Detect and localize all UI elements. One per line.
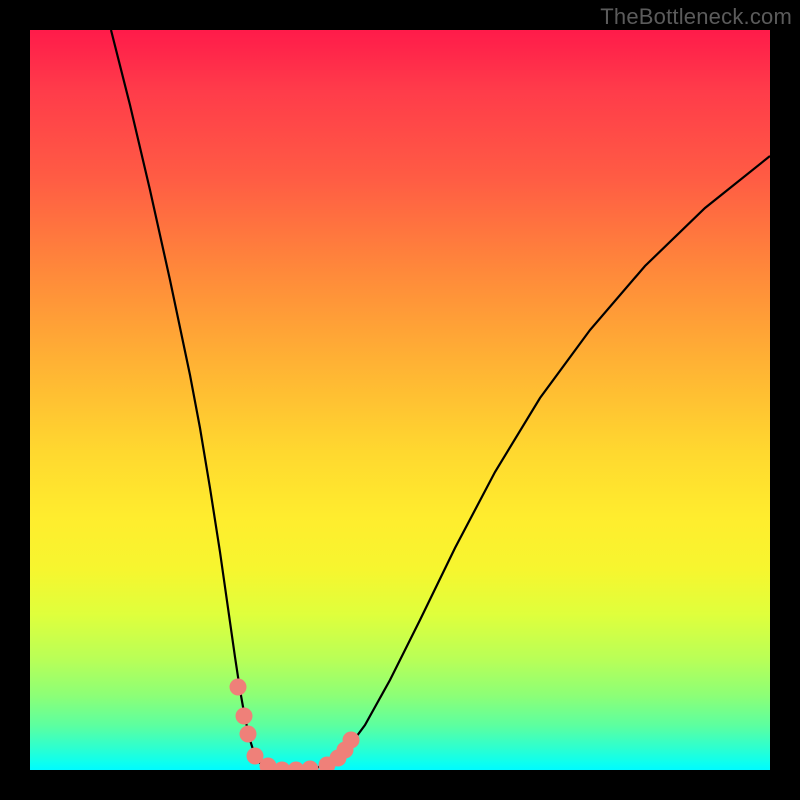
data-dot: [230, 679, 247, 696]
data-dot: [240, 726, 257, 743]
data-dot: [236, 708, 253, 725]
watermark-text: TheBottleneck.com: [600, 4, 792, 30]
outer-frame: TheBottleneck.com: [0, 0, 800, 800]
data-dots: [230, 679, 360, 771]
data-dot: [302, 761, 319, 771]
plot-area: [30, 30, 770, 770]
chart-svg: [30, 30, 770, 770]
data-dot: [343, 732, 360, 749]
bottleneck-curve: [111, 30, 770, 770]
